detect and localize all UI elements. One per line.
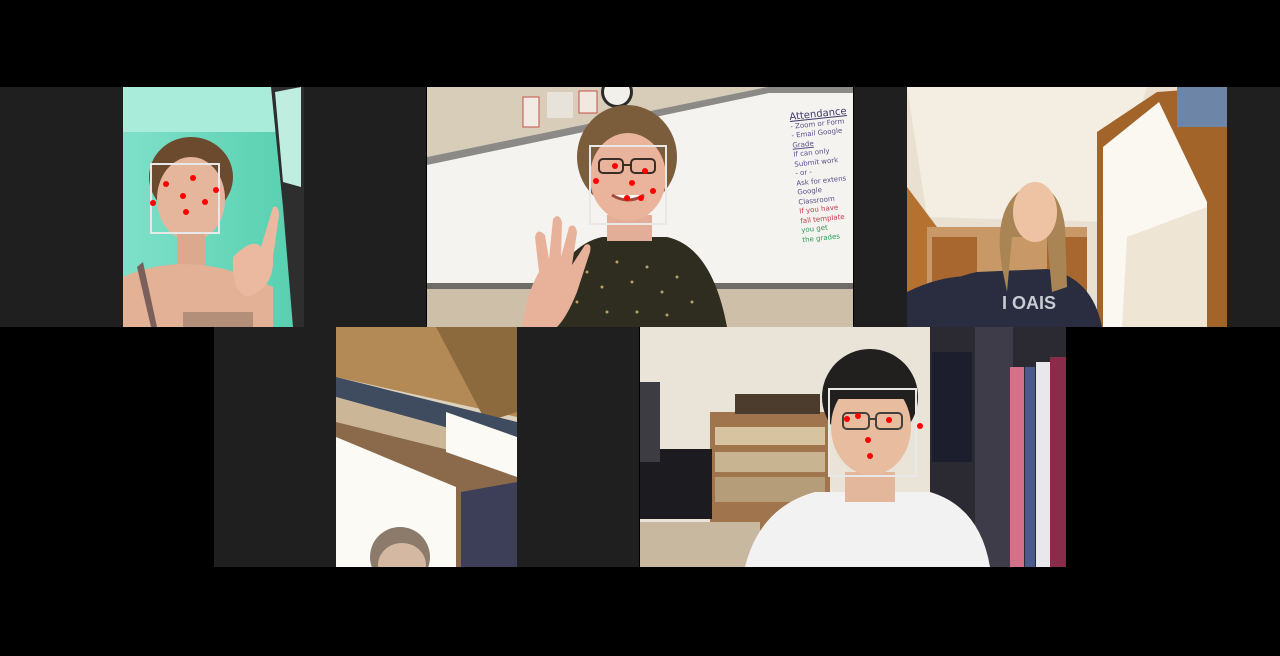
face-landmark (886, 417, 892, 423)
face-landmark (624, 195, 630, 201)
video-frame-4 (336, 327, 517, 567)
face-landmark (163, 181, 169, 187)
face-landmark (650, 188, 656, 194)
video-gallery: Attendance - Zoom or Form - Email Google… (0, 0, 1280, 656)
video-frame-3: I OAIS (907, 87, 1227, 327)
face-landmark (642, 168, 648, 174)
face-landmark (855, 413, 861, 419)
face-landmark (183, 209, 189, 215)
participant-tile-4[interactable] (214, 327, 639, 567)
face-landmark (638, 195, 644, 201)
face-detection-box-2 (589, 145, 667, 225)
participant-tile-1[interactable] (0, 87, 426, 327)
face-landmark (867, 453, 873, 459)
face-landmark (629, 180, 635, 186)
face-landmark (213, 187, 219, 193)
face-landmark (865, 437, 871, 443)
face-detection-box-1 (150, 163, 220, 234)
face-landmark (190, 175, 196, 181)
participant-tile-2[interactable]: Attendance - Zoom or Form - Email Google… (427, 87, 853, 327)
participant-video-1 (123, 87, 304, 327)
face-landmark (202, 199, 208, 205)
face-landmark (612, 163, 618, 169)
participant-tile-5[interactable] (640, 327, 1066, 567)
participant-video-5 (640, 327, 1066, 567)
participant-video-2: Attendance - Zoom or Form - Email Google… (427, 87, 853, 327)
participant-tile-3[interactable]: I OAIS (854, 87, 1280, 327)
face-landmark (180, 193, 186, 199)
participant-video-4 (336, 327, 517, 567)
face-landmark (844, 416, 850, 422)
face-landmark (150, 200, 156, 206)
face-detection-box-5 (828, 388, 917, 477)
face-landmark (593, 178, 599, 184)
svg-text:I OAIS: I OAIS (1002, 293, 1056, 313)
face-landmark (917, 423, 923, 429)
participant-video-3: I OAIS (907, 87, 1227, 327)
